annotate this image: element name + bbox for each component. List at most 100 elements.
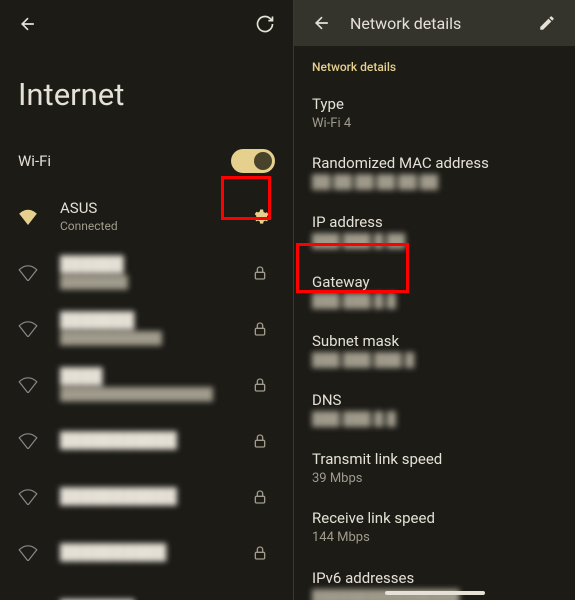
detail-row-dns: DNS ███.███.█.█: [294, 380, 575, 439]
wifi-signal: [18, 545, 42, 561]
network-lock-indicator: [245, 370, 275, 400]
network-details-panel: Network details Network details Type Wi-…: [294, 0, 575, 600]
refresh-icon: [255, 14, 275, 34]
detail-row-subnet-mask: Subnet mask ███.███.███.█: [294, 321, 575, 380]
detail-row-receive-link-speed: Receive link speed 144 Mbps: [294, 498, 575, 557]
network-text: ██████████: [60, 543, 245, 563]
detail-row-transmit-link-speed: Transmit link speed 39 Mbps: [294, 439, 575, 498]
lock-icon: [252, 432, 268, 450]
wifi-toggle-row: Wi-Fi: [0, 141, 293, 189]
nav-handle[interactable]: [385, 591, 485, 595]
network-row[interactable]: ████ ██████████████████: [0, 357, 293, 413]
network-name: ASUS: [60, 199, 245, 219]
wifi-signal: [18, 433, 42, 449]
wifi-signal-icon: [18, 433, 38, 449]
detail-row-ip-address: IP address ███.███.█.██: [294, 202, 575, 261]
detail-value: ███.███.█.█: [312, 293, 557, 311]
detail-label: Transmit link speed: [312, 449, 557, 470]
lock-icon: [252, 264, 268, 282]
detail-value: Wi-Fi 4: [312, 115, 557, 133]
network-text: ███████████: [60, 431, 245, 451]
network-name: ███████: [60, 311, 245, 331]
detail-value: ███.███.█.██: [312, 233, 557, 251]
detail-row-gateway: Gateway ███.███.█.█: [294, 262, 575, 321]
lock-icon: [252, 376, 268, 394]
detail-label: IPv6 addresses: [312, 568, 557, 589]
toggle-thumb: [254, 152, 272, 170]
network-row-connected[interactable]: ASUS Connected: [0, 189, 293, 245]
wifi-toggle[interactable]: [231, 149, 275, 173]
back-button[interactable]: [14, 10, 42, 38]
gear-icon: [251, 208, 269, 226]
top-bar: [0, 0, 293, 48]
network-name: ███████████: [60, 487, 245, 507]
detail-value: ██:██:██:██:██:██: [312, 174, 557, 192]
lock-icon: [252, 544, 268, 562]
detail-label: Receive link speed: [312, 508, 557, 529]
network-name: ████: [60, 367, 245, 387]
internet-panel: Internet Wi-Fi ASUS Connected ██████ ███…: [0, 0, 294, 600]
network-text: ███████ ████████████: [60, 311, 245, 346]
detail-row-type: Type Wi-Fi 4: [294, 84, 575, 143]
page-title: Internet: [0, 48, 293, 141]
wifi-label: Wi-Fi: [18, 152, 51, 170]
back-arrow-icon: [18, 14, 38, 34]
refresh-button[interactable]: [251, 10, 279, 38]
network-name: ███████████: [60, 431, 245, 451]
lock-icon: [252, 320, 268, 338]
wifi-signal: [18, 377, 42, 393]
detail-label: IP address: [312, 212, 557, 233]
network-row[interactable]: ███████ ████████████: [0, 301, 293, 357]
wifi-signal: [18, 489, 42, 505]
wifi-signal: [18, 321, 42, 337]
edit-button[interactable]: [533, 9, 561, 37]
detail-label: Randomized MAC address: [312, 153, 557, 174]
network-lock-indicator: [245, 314, 275, 344]
network-row[interactable]: ██████ ████████: [0, 245, 293, 301]
pencil-icon: [538, 14, 556, 32]
network-text: ████ ██████████████████: [60, 367, 245, 402]
section-header: Network details: [294, 46, 575, 84]
network-lock-indicator: [245, 594, 275, 600]
wifi-signal-icon: [18, 377, 38, 393]
top-bar-right: Network details: [294, 0, 575, 46]
network-settings-button[interactable]: [245, 202, 275, 232]
wifi-signal: [18, 209, 42, 225]
network-text: ██████ ████████: [60, 255, 245, 290]
network-name: ██████████: [60, 543, 245, 563]
network-lock-indicator: [245, 258, 275, 288]
network-lock-indicator: [245, 538, 275, 568]
network-row[interactable]: ███████: [0, 581, 293, 600]
back-button-right[interactable]: [308, 9, 336, 37]
network-status: ██████████████████: [60, 387, 245, 403]
network-lock-indicator: [245, 482, 275, 512]
network-row[interactable]: ███████████: [0, 413, 293, 469]
wifi-signal-icon: [18, 265, 38, 281]
lock-icon: [252, 488, 268, 506]
network-status: ████████: [60, 275, 245, 291]
detail-label: Subnet mask: [312, 331, 557, 352]
detail-value: 144 Mbps: [312, 529, 557, 547]
network-status: Connected: [60, 219, 245, 235]
network-row[interactable]: ███████████: [0, 469, 293, 525]
network-lock-indicator: [245, 426, 275, 456]
detail-value: ███.███.███.█: [312, 352, 557, 370]
network-text: ASUS Connected: [60, 199, 245, 234]
detail-label: DNS: [312, 390, 557, 411]
wifi-signal: [18, 265, 42, 281]
wifi-signal-icon: [18, 321, 38, 337]
detail-list: Type Wi-Fi 4 Randomized MAC address ██:█…: [294, 84, 575, 600]
detail-row-randomized-mac-address: Randomized MAC address ██:██:██:██:██:██: [294, 143, 575, 202]
header-title: Network details: [350, 14, 533, 33]
detail-value: ███.███.█.█: [312, 411, 557, 429]
network-name: ██████: [60, 255, 245, 275]
detail-value: 39 Mbps: [312, 470, 557, 488]
detail-label: Type: [312, 94, 557, 115]
network-text: ███████████: [60, 487, 245, 507]
wifi-signal-icon: [18, 209, 38, 225]
network-list: ASUS Connected ██████ ████████ ███████ █…: [0, 189, 293, 600]
detail-label: Gateway: [312, 272, 557, 293]
network-row[interactable]: ██████████: [0, 525, 293, 581]
network-status: ████████████: [60, 331, 245, 347]
wifi-signal-icon: [18, 545, 38, 561]
